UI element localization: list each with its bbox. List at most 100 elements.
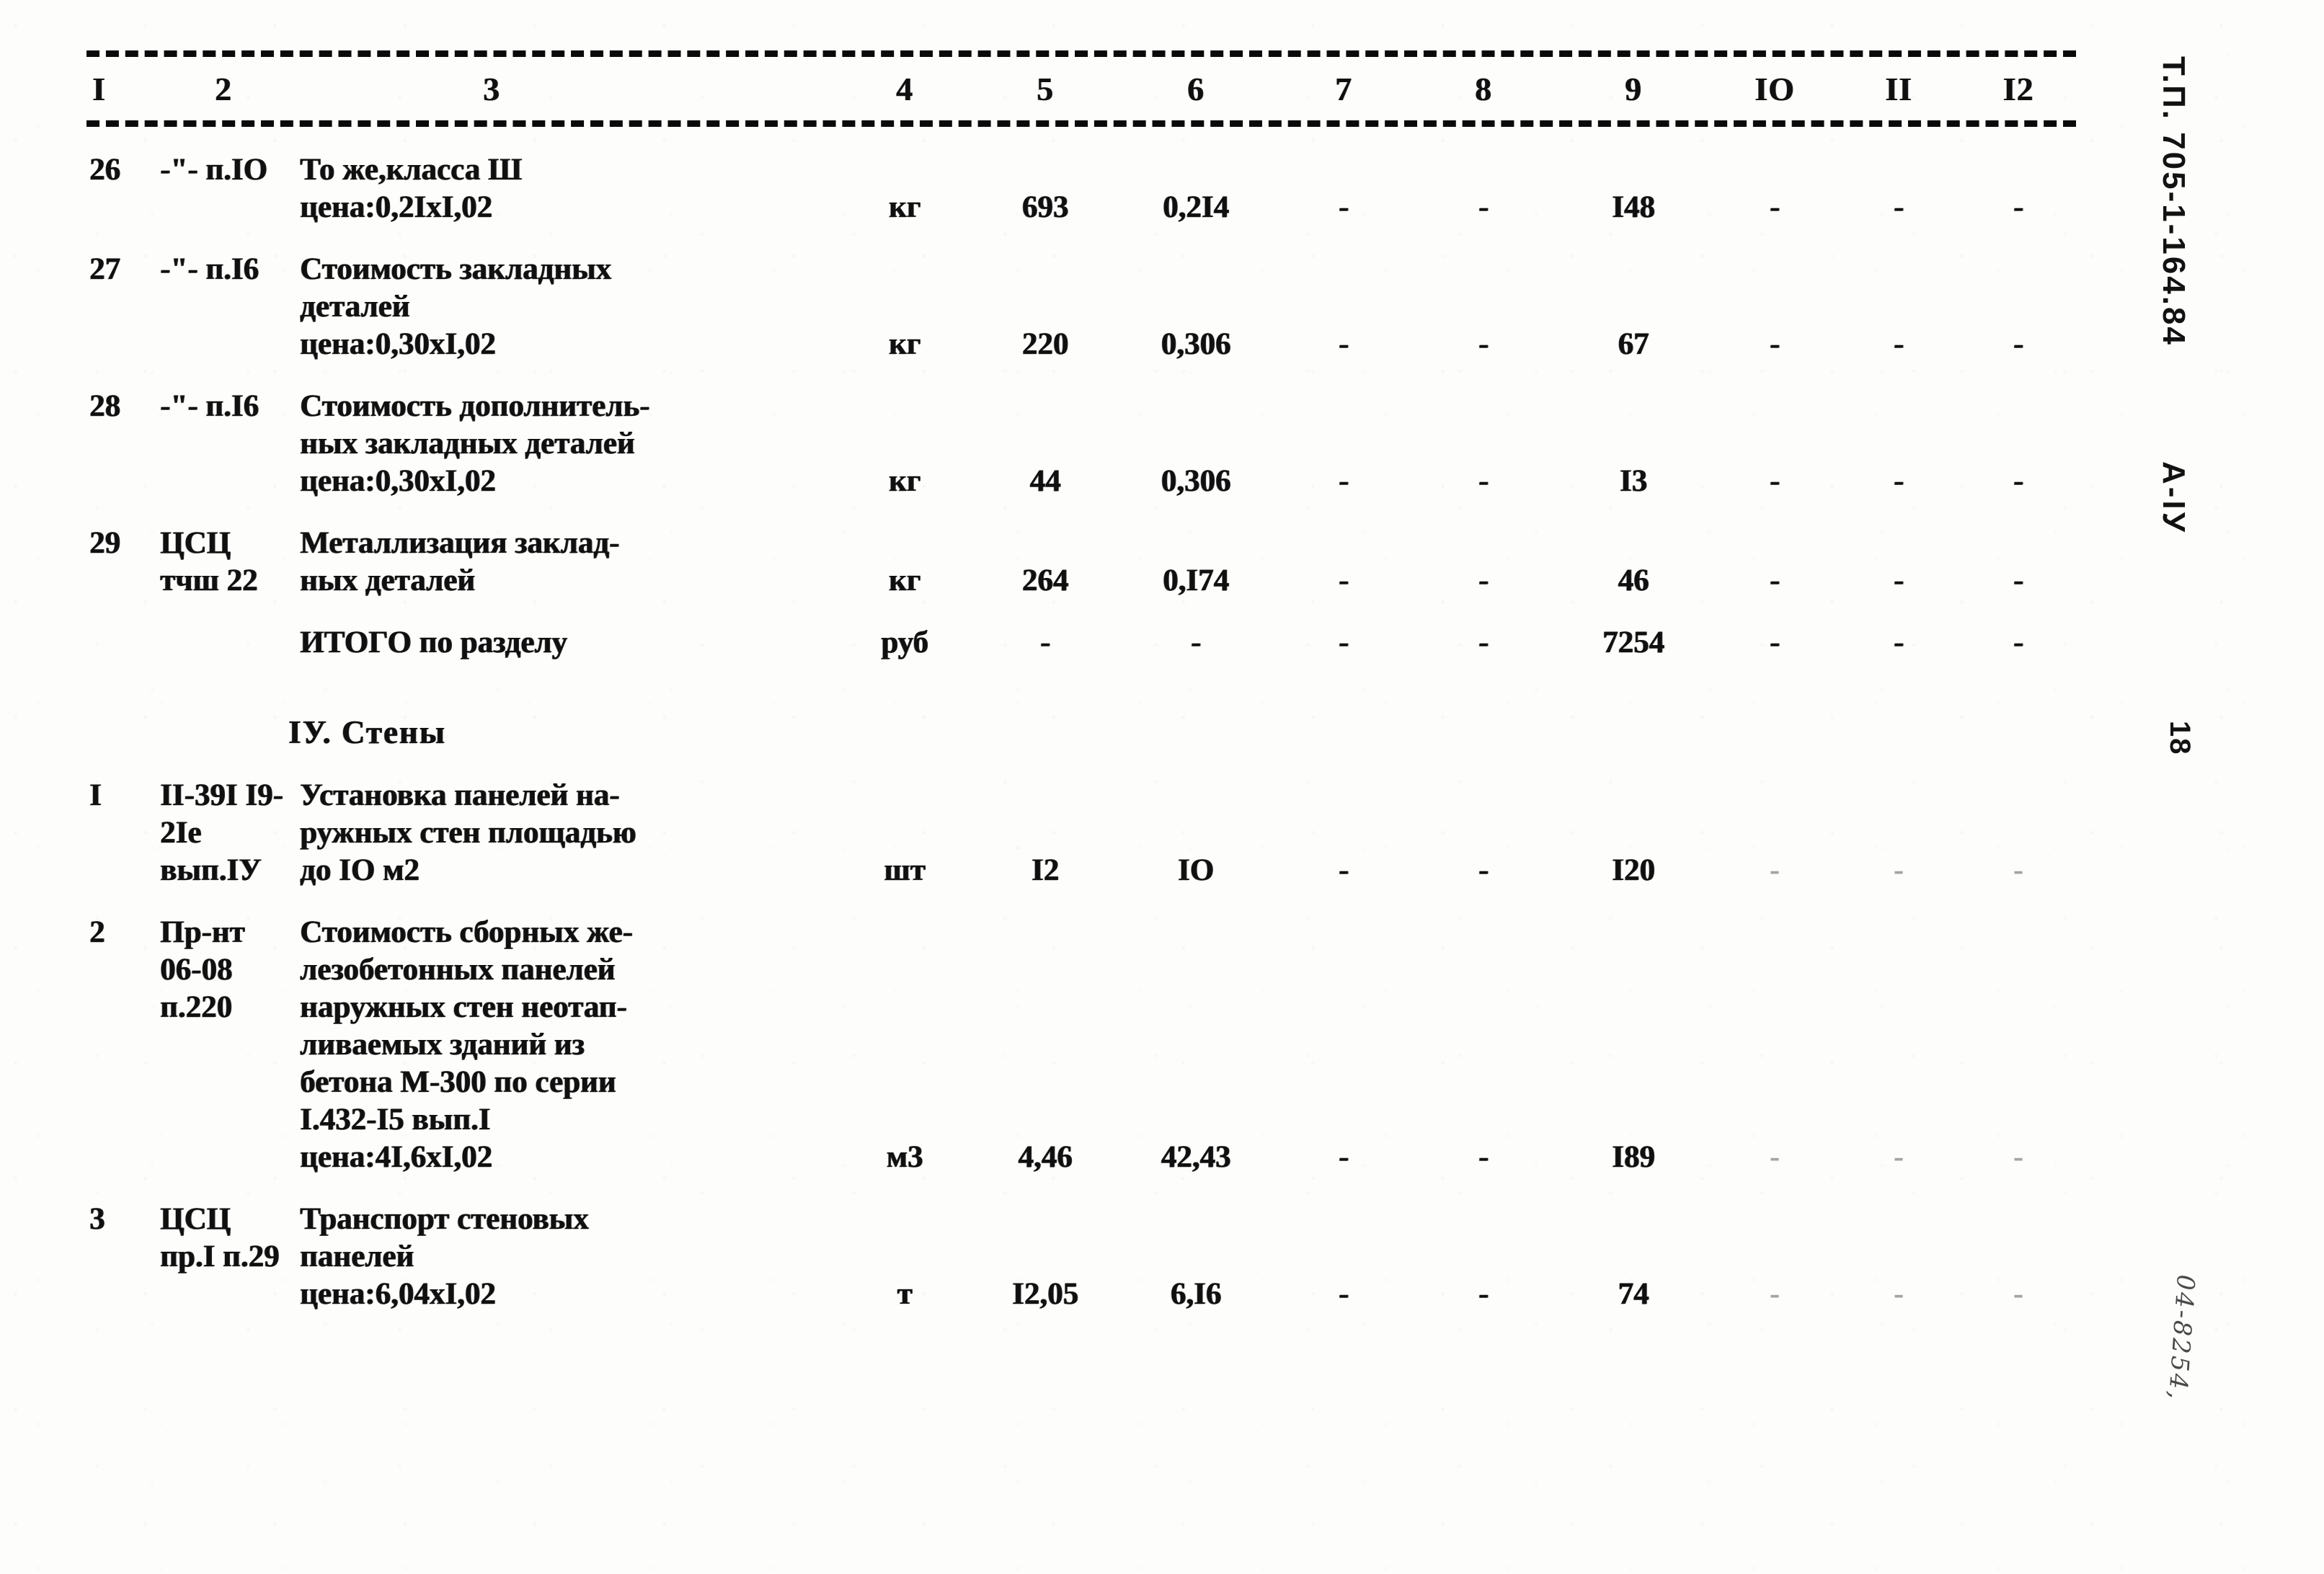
document-code-stamp: Т.П. 705-1-164.84: [2156, 56, 2191, 347]
table-row: 28 -"- п.I6 Стоимость дополнитель- ных з…: [87, 388, 2076, 500]
row-unit: шт: [884, 853, 926, 887]
column-header-3: 3: [483, 71, 500, 107]
album-code-stamp: А-IУ: [2156, 461, 2191, 535]
column-header-7: 7: [1335, 71, 1352, 107]
column-header-row: I 2 3 4 5 6 7 8 9 IO II I2: [87, 68, 2076, 110]
row-col6: 6,I6: [1170, 1277, 1222, 1311]
row-code: -"- п.I6: [160, 252, 260, 286]
row-unit: руб: [881, 626, 928, 659]
row-col7: -: [1338, 1140, 1349, 1174]
row-col5: 220: [1021, 327, 1069, 361]
table-header-dashed-rule: [87, 120, 2076, 127]
row-col8: -: [1478, 564, 1489, 597]
row-col11: -: [1893, 1140, 1904, 1174]
row-unit: кг: [888, 564, 921, 597]
row-number: 27: [89, 252, 120, 286]
row-col9: I20: [1612, 853, 1655, 887]
row-code: -"- п.I6: [160, 389, 260, 423]
row-code: ЦСЦ тчш 22: [160, 526, 258, 597]
row-col5: 4,46: [1018, 1140, 1073, 1174]
row-number: 29: [89, 526, 120, 560]
row-col5: 264: [1021, 564, 1069, 597]
row-col6: 0,2I4: [1163, 190, 1229, 224]
column-header-8: 8: [1475, 71, 1492, 107]
table-total-row: ИТОГО по разделу руб - - - - 7254 - - -: [87, 624, 2076, 662]
row-col5: 693: [1021, 190, 1069, 224]
row-col9: I48: [1612, 190, 1655, 224]
row-col6: 0,I74: [1163, 564, 1229, 597]
column-header-10: IO: [1755, 71, 1795, 107]
row-description: Стоимость дополнитель- ных закладных дет…: [300, 389, 650, 498]
row-col8: -: [1478, 190, 1489, 224]
row-col12: -: [2013, 853, 2024, 887]
row-col9: 67: [1618, 327, 1649, 361]
row-description: Транспорт стеновых панелей цена:6,04хI,0…: [300, 1202, 589, 1311]
row-col11: -: [1893, 626, 1904, 659]
row-col7: -: [1338, 626, 1349, 659]
row-col6: -: [1190, 626, 1202, 659]
row-col10: -: [1769, 1140, 1780, 1174]
row-code: ЦСЦ пр.I п.29: [160, 1202, 280, 1273]
table-row: 3 ЦСЦ пр.I п.29 Транспорт стеновых панел…: [87, 1201, 2076, 1313]
column-header-5: 5: [1037, 71, 1054, 107]
page-number: 18: [2164, 721, 2196, 756]
scanned-page: I 2 3 4 5 6 7 8 9 IO II I2 26 -"- п.IO Т…: [0, 0, 2324, 1574]
column-header-9: 9: [1625, 71, 1642, 107]
row-col7: -: [1338, 564, 1349, 597]
row-col8: -: [1478, 464, 1489, 498]
row-code: Пр-нт 06-08 п.220: [160, 915, 245, 1024]
section-heading-row: IУ. Стены: [87, 712, 2076, 752]
row-col12: -: [2013, 327, 2024, 361]
row-number: [87, 624, 153, 662]
row-col5: -: [1039, 626, 1051, 659]
row-col11: -: [1893, 853, 1904, 887]
handwritten-note: 04-8254,: [2162, 1273, 2200, 1402]
table-row: I II-39I I9-2Iе вып.IУ Установка панелей…: [87, 777, 2076, 889]
row-code: [153, 624, 288, 662]
total-label: ИТОГО по разделу: [300, 626, 567, 659]
row-number: I: [89, 778, 102, 812]
column-header-table: I 2 3 4 5 6 7 8 9 IO II I2: [87, 68, 2076, 110]
row-col5: I2,05: [1012, 1277, 1078, 1311]
column-header-2: 2: [215, 71, 232, 107]
row-col7: -: [1338, 464, 1349, 498]
row-col11: -: [1893, 190, 1904, 224]
row-col8: -: [1478, 327, 1489, 361]
column-header-6: 6: [1187, 71, 1205, 107]
row-col9: 46: [1618, 564, 1649, 597]
row-col12: -: [2013, 626, 2024, 659]
row-col9: 7254: [1602, 626, 1664, 659]
row-col12: -: [2013, 190, 2024, 224]
row-col6: IО: [1177, 853, 1215, 887]
row-unit: т: [897, 1277, 913, 1311]
row-col12: -: [2013, 464, 2024, 498]
column-header-11: II: [1885, 71, 1912, 107]
row-col12: -: [2013, 564, 2024, 597]
row-col10: -: [1769, 853, 1780, 887]
row-col9: I89: [1612, 1140, 1655, 1174]
table-row: 26 -"- п.IO То же,класса Ш цена:0,2IхI,0…: [87, 151, 2076, 226]
row-col10: -: [1769, 190, 1780, 224]
row-col10: -: [1769, 1277, 1780, 1311]
column-header-1: I: [92, 71, 106, 107]
section-heading: IУ. Стены: [288, 714, 446, 750]
row-col9: 74: [1618, 1277, 1649, 1311]
column-header-4: 4: [896, 71, 913, 107]
table-row: 29 ЦСЦ тчш 22 Металлизация заклад- ных д…: [87, 525, 2076, 600]
row-col11: -: [1893, 327, 1904, 361]
row-col10: -: [1769, 626, 1780, 659]
table-row: 27 -"- п.I6 Стоимость закладных деталей …: [87, 251, 2076, 363]
row-col5: 44: [1029, 464, 1061, 498]
row-col8: -: [1478, 626, 1489, 659]
row-col5: I2: [1031, 853, 1060, 887]
column-header-12: I2: [2003, 71, 2034, 107]
row-unit: кг: [888, 464, 921, 498]
row-col8: -: [1478, 1140, 1489, 1174]
row-col12: -: [2013, 1277, 2024, 1311]
row-col6: 0,306: [1161, 464, 1231, 498]
row-col11: -: [1893, 564, 1904, 597]
row-col7: -: [1338, 1277, 1349, 1311]
estimate-table: I 2 3 4 5 6 7 8 9 IO II I2 26 -"- п.IO Т…: [87, 50, 2076, 1313]
row-number: 3: [89, 1202, 105, 1236]
row-unit: кг: [888, 327, 921, 361]
